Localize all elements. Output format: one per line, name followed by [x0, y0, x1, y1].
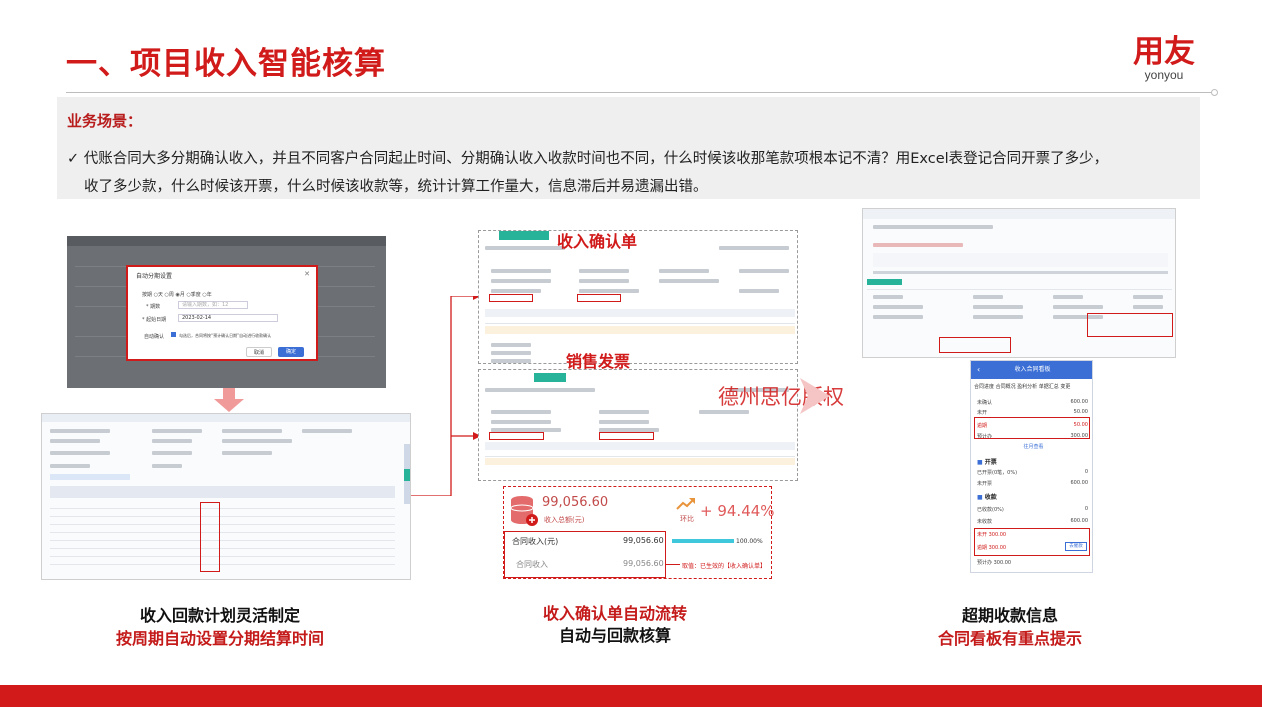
auto-confirm-checkbox[interactable] — [171, 332, 176, 337]
period-label: * 期数 — [146, 304, 161, 310]
chevron-right-icon — [800, 378, 830, 414]
cycle-radio-group[interactable]: 按期 ○天 ○周 ◉月 ○季度 ○年 — [142, 291, 212, 298]
dialog-title: 自动分期设置 — [136, 273, 173, 280]
note-connector — [665, 564, 680, 565]
scene-text: ✓ 代账合同大多分期确认收入，并且不同客户合同起止时间、分期确认收入收款时间也不… — [67, 145, 1192, 201]
revenue-progress-pct: 100.00% — [736, 538, 763, 545]
caption-mid-1: 收入确认单自动流转 — [542, 604, 687, 623]
caption-right-1: 超期收款信息 — [961, 606, 1058, 625]
remind-button[interactable]: 去催款 — [1065, 542, 1087, 551]
yonyou-logo: 用友 yonyou — [1128, 36, 1200, 82]
trend-up-icon — [676, 498, 695, 510]
database-plus-icon — [510, 496, 538, 526]
expand-link[interactable]: 往月查看 — [977, 443, 1090, 450]
contract-income-label: 合同收入 — [516, 560, 548, 569]
auto-confirm-text: 勾选后，合同将按“预计确认日期”自动进行收款确认 — [179, 333, 272, 338]
plan-highlight-box — [200, 502, 220, 572]
caption-mid-2: 自动与回款核算 — [558, 626, 671, 645]
plan-table-screenshot — [41, 413, 411, 580]
brand-en: yonyou — [1144, 68, 1184, 82]
auto-confirm-label: 自动确认 — [144, 334, 165, 340]
row-overdue-a: 未开 300.00 — [977, 532, 1007, 538]
confirm-button[interactable]: 确定 — [278, 347, 304, 357]
revenue-progress-bar — [672, 539, 734, 543]
row-forecast-collect: 预计办 300.00 — [977, 560, 1012, 566]
collect-section: ■ 收款 — [977, 494, 997, 501]
connector-arrows — [411, 296, 481, 496]
contract-income-value: 99,056.60 — [623, 559, 664, 568]
contract-revenue-value: 99,056.60 — [623, 536, 664, 545]
period-input[interactable]: 请输入期数，如：12 — [178, 301, 248, 309]
overdue-highlight — [974, 417, 1090, 439]
row-not-invoiced: 未开票 600.00 — [977, 480, 1088, 487]
kpi-amount-label: 收入总额(元) — [544, 516, 585, 524]
scene-line-1: ✓ 代账合同大多分期确认收入，并且不同客户合同起止时间、分期确认收入收款时间也不… — [67, 145, 1192, 173]
kpi-trend-label: 环比 — [680, 515, 694, 523]
arrow-down-icon — [214, 388, 244, 412]
row-unconfirmed: 未确认 600.00 — [977, 399, 1088, 406]
caption-left-1: 收入回款计划灵活制定 — [139, 606, 300, 625]
invoice-section: ■ 开票 — [977, 459, 997, 466]
close-icon[interactable]: ✕ — [304, 270, 310, 278]
scene-line-2: 收了多少款，什么时候该开票，什么时候该收款等，统计计算工作量大，信息滞后并易遗漏… — [84, 179, 708, 195]
kpi-amount: 99,056.60 — [542, 495, 609, 510]
row-collected: 已收款(0%) 0 — [977, 506, 1088, 513]
auto-installment-dialog: 自动分期设置 ✕ 按期 ○天 ○周 ◉月 ○季度 ○年 * 期数 请输入期数，如… — [126, 265, 318, 361]
footer-bar — [0, 685, 1262, 707]
back-icon[interactable]: ‹ — [977, 365, 980, 374]
cancel-button[interactable]: 取消 — [246, 347, 272, 357]
caption-right-2: 合同看板有重点提示 — [937, 629, 1082, 648]
phone-tabs[interactable]: 合同进度 合同概况 盈利分析 单据汇总 变更 — [974, 383, 1070, 390]
check-icon: ✓ — [67, 151, 80, 167]
source-note: 取值：已生效的【收入确认单】 — [682, 563, 767, 570]
page-title: 一、项目收入智能核算 — [66, 46, 386, 82]
caption-left-2: 按周期自动设置分期结算时间 — [115, 629, 324, 648]
contract-revenue-label: 合同收入(元) — [512, 537, 559, 546]
row-uncollected: 未收款 600.00 — [977, 518, 1088, 525]
receipt-screenshot — [478, 230, 798, 364]
scene-line-1-text: 代账合同大多分期确认收入，并且不同客户合同起止时间、分期确认收入收款时间也不同，… — [83, 151, 1109, 167]
start-date-label: * 起始日期 — [142, 317, 167, 323]
scene-label: 业务场景： — [67, 112, 143, 130]
kpi-rate: + 94.44% — [700, 502, 775, 520]
business-scene-panel: 业务场景： ✓ 代账合同大多分期确认收入，并且不同客户合同起止时间、分期确认收入… — [57, 97, 1200, 199]
contract-board-screenshot — [862, 208, 1176, 358]
row-uninvoiced: 未开 50.00 — [977, 409, 1088, 416]
callout-receipt: 收入确认单 — [557, 232, 638, 251]
header-divider — [66, 92, 1211, 93]
row-invoiced: 已开票(0笔，0%) 0 — [977, 469, 1088, 476]
mobile-contract-board: 收入合同看板 ‹ 合同进度 合同概况 盈利分析 单据汇总 变更 未确认 600.0… — [970, 360, 1093, 573]
callout-invoice: 销售发票 — [566, 352, 631, 371]
phone-title: 收入合同看板 — [971, 361, 1092, 379]
brand-cn: 用友 — [1133, 34, 1195, 70]
start-date-input[interactable]: 2023-02-14 — [178, 314, 278, 322]
header-divider-dot — [1211, 89, 1218, 96]
